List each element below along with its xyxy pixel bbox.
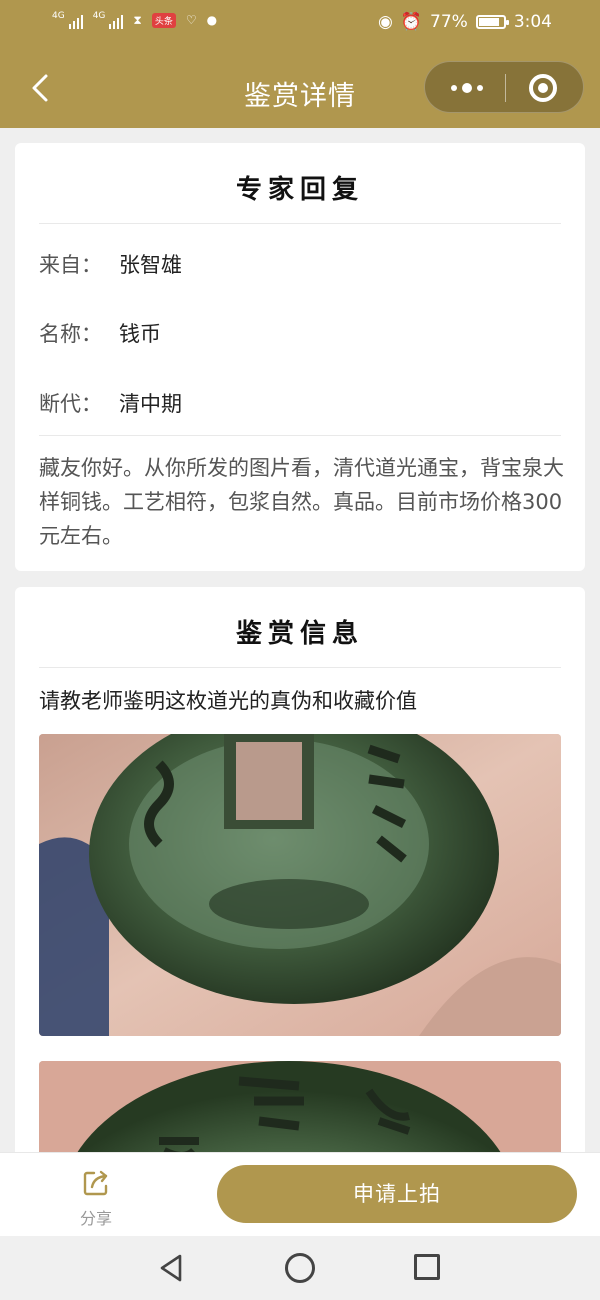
miniprogram-capsule <box>424 61 584 113</box>
chat-bubble-icon: ● <box>206 13 218 27</box>
health-icon: ♡ <box>185 13 197 27</box>
nav-back-icon[interactable] <box>156 1252 188 1284</box>
nav-home-icon[interactable] <box>285 1253 315 1283</box>
status-left-icons: 4G 4G ⧗ 头条 ♡ ● <box>52 11 217 29</box>
close-miniprogram-button[interactable] <box>529 74 557 102</box>
more-options-button[interactable] <box>445 74 489 102</box>
appraisal-question: 请教老师鉴明这枚道光的真伪和收藏价值 <box>39 689 417 713</box>
network-type-label: 4G <box>52 11 65 21</box>
share-icon <box>83 1170 108 1196</box>
apply-auction-button[interactable]: 申请上拍 <box>217 1165 577 1223</box>
network-type-label-2: 4G <box>92 11 106 21</box>
divider <box>39 435 561 436</box>
field-dating: 断代： 清中期 <box>39 388 182 418</box>
signal-icon: 4G <box>52 11 83 29</box>
news-app-icon: 头条 <box>151 12 176 28</box>
field-value: 张智雄 <box>119 253 182 277</box>
nav-recents-icon[interactable] <box>414 1254 440 1280</box>
bottom-action-bar: 分享 申请上拍 <box>0 1152 600 1236</box>
field-name: 名称： 钱币 <box>39 318 161 348</box>
share-label: 分享 <box>79 1209 112 1228</box>
alarm-icon: ⏰ <box>400 12 423 32</box>
clock-time: 3:04 <box>513 12 552 32</box>
coin-photo[interactable] <box>39 734 561 1036</box>
expert-reply-title: 专家回复 <box>235 175 364 205</box>
expert-reply-card: 专家回复 来自： 张智雄 名称： 钱币 断代： 清中期 藏友你好。从你所发的图片看，清… <box>15 143 585 571</box>
hourglass-icon: ⧗ <box>133 12 142 27</box>
field-label: 来自： <box>39 253 102 277</box>
field-value: 钱币 <box>119 322 161 346</box>
system-navigation-bar <box>0 1236 600 1300</box>
status-bar: 4G 4G ⧗ 头条 ♡ ● ◉ ⏰ 77% 3:04 <box>0 0 600 48</box>
nav-header: 鉴赏详情 <box>0 48 600 128</box>
coin-reverse-image <box>39 734 561 1036</box>
appraisal-info-card: 鉴赏信息 请教老师鉴明这枚道光的真伪和收藏价值 <box>15 587 585 1207</box>
divider <box>39 667 561 668</box>
field-value: 清中期 <box>119 392 182 416</box>
share-button[interactable]: 分享 <box>56 1167 136 1231</box>
field-label: 名称： <box>39 322 102 346</box>
divider <box>39 223 561 224</box>
appraisal-info-title: 鉴赏信息 <box>235 619 364 649</box>
expert-reply-text: 藏友你好。从你所发的图片看，清代道光通宝，背宝泉大样铜钱。工艺相符，包浆自然。真… <box>39 456 564 548</box>
capsule-divider <box>505 74 506 102</box>
field-from: 来自： 张智雄 <box>39 249 182 279</box>
eye-icon: ◉ <box>378 12 393 32</box>
status-right-icons: ◉ ⏰ 77% 3:04 <box>378 12 552 32</box>
battery-icon <box>475 15 509 29</box>
battery-percent: 77% <box>430 12 468 32</box>
field-label: 断代： <box>39 392 102 416</box>
signal-icon-2: 4G <box>93 11 124 29</box>
